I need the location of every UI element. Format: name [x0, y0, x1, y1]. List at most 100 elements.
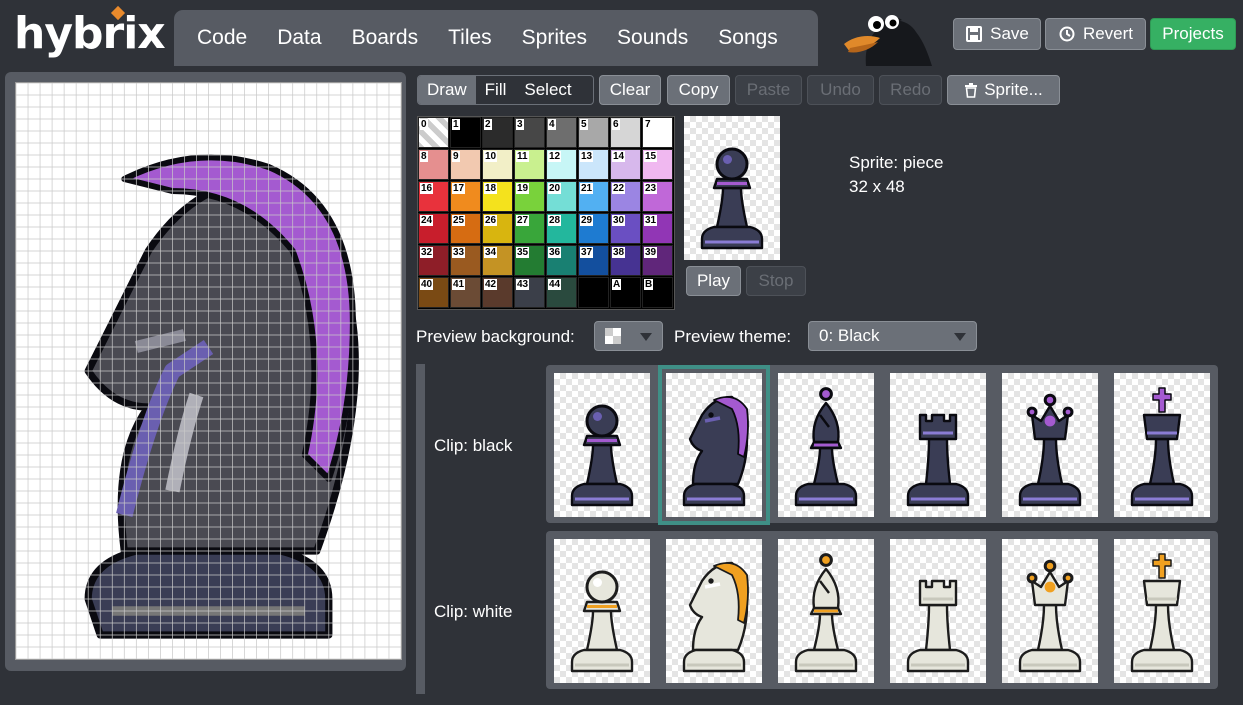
tab-sprites[interactable]: Sprites: [507, 10, 602, 66]
clip-frame-white-knight[interactable]: [666, 539, 762, 683]
palette-swatch[interactable]: 4: [546, 117, 577, 148]
palette-swatch-label: 5: [580, 119, 588, 130]
palette-swatch[interactable]: 1: [450, 117, 481, 148]
palette-swatch[interactable]: 42: [482, 277, 513, 308]
palette-swatch[interactable]: 21: [578, 181, 609, 212]
palette-swatch[interactable]: 32: [418, 245, 449, 276]
palette-swatch[interactable]: 10: [482, 149, 513, 180]
palette-swatch[interactable]: 20: [546, 181, 577, 212]
palette-swatch[interactable]: 14: [610, 149, 641, 180]
clip-frame-black-knight[interactable]: [658, 365, 770, 525]
palette-swatch[interactable]: B: [642, 277, 673, 308]
palette-swatch-label: 16: [420, 183, 434, 194]
palette-swatch[interactable]: 35: [514, 245, 545, 276]
clip-frame-white-bishop[interactable]: [778, 539, 874, 683]
palette-swatch[interactable]: 22: [610, 181, 641, 212]
palette-swatch[interactable]: [578, 277, 609, 308]
palette-swatch[interactable]: 3: [514, 117, 545, 148]
undo-button[interactable]: Undo: [807, 75, 874, 105]
palette-swatch[interactable]: 8: [418, 149, 449, 180]
palette-swatch[interactable]: 18: [482, 181, 513, 212]
palette-swatch[interactable]: 43: [514, 277, 545, 308]
palette-swatch[interactable]: 16: [418, 181, 449, 212]
tab-data[interactable]: Data: [262, 10, 336, 66]
fill-mode-button[interactable]: Fill: [476, 76, 516, 104]
pixel-canvas[interactable]: [15, 82, 402, 660]
clips-frame: [416, 364, 425, 694]
clip-row-white: [546, 531, 1218, 689]
palette-swatch[interactable]: 12: [546, 149, 577, 180]
palette-swatch[interactable]: 36: [546, 245, 577, 276]
palette-swatch[interactable]: 40: [418, 277, 449, 308]
clip-frame-white-queen[interactable]: [1002, 539, 1098, 683]
palette-swatch-label: 18: [484, 183, 498, 194]
tab-tiles[interactable]: Tiles: [433, 10, 507, 66]
tab-boards[interactable]: Boards: [337, 10, 434, 66]
save-label: Save: [990, 24, 1029, 43]
palette-swatch[interactable]: 27: [514, 213, 545, 244]
palette-swatch-label: 14: [612, 151, 626, 162]
palette-swatch[interactable]: 9: [450, 149, 481, 180]
preview-background-select[interactable]: [594, 321, 663, 351]
clip-frame-black-pawn[interactable]: [554, 373, 650, 517]
revert-button[interactable]: Revert: [1045, 18, 1146, 50]
palette-swatch[interactable]: 31: [642, 213, 673, 244]
palette-swatch[interactable]: 34: [482, 245, 513, 276]
palette-swatch[interactable]: 24: [418, 213, 449, 244]
palette-swatch[interactable]: 15: [642, 149, 673, 180]
stop-button[interactable]: Stop: [746, 266, 806, 296]
clip-label-black: Clip: black: [434, 436, 513, 455]
palette-swatch[interactable]: 13: [578, 149, 609, 180]
clip-frame-black-king[interactable]: [1114, 373, 1210, 517]
palette-swatch[interactable]: 6: [610, 117, 641, 148]
palette-swatch-label: B: [644, 279, 654, 290]
clip-frame-black-rook[interactable]: [890, 373, 986, 517]
play-button[interactable]: Play: [686, 266, 741, 296]
palette-swatch[interactable]: 23: [642, 181, 673, 212]
palette-swatch[interactable]: 25: [450, 213, 481, 244]
palette-swatch[interactable]: 41: [450, 277, 481, 308]
projects-button[interactable]: Projects: [1150, 18, 1236, 50]
palette-swatch[interactable]: 29: [578, 213, 609, 244]
palette-swatch[interactable]: 26: [482, 213, 513, 244]
palette-swatch[interactable]: 28: [546, 213, 577, 244]
paste-button[interactable]: Paste: [735, 75, 802, 105]
sprite-menu-button[interactable]: Sprite...: [947, 75, 1060, 105]
sprite-menu-label: Sprite...: [984, 80, 1043, 99]
clip-frame-black-bishop[interactable]: [778, 373, 874, 517]
floppy-icon: [966, 26, 983, 42]
preview-theme-select[interactable]: 0: Black: [808, 321, 977, 351]
preview-theme-label: Preview theme:: [674, 327, 792, 346]
palette-swatch[interactable]: 33: [450, 245, 481, 276]
palette-swatch-label: 40: [420, 279, 434, 290]
palette-swatch[interactable]: 7: [642, 117, 673, 148]
chevron-down-icon: [954, 333, 966, 341]
palette-swatch[interactable]: 19: [514, 181, 545, 212]
save-button[interactable]: Save: [953, 18, 1041, 50]
tab-sounds[interactable]: Sounds: [602, 10, 703, 66]
clear-button[interactable]: Clear: [599, 75, 661, 105]
palette-swatch[interactable]: 17: [450, 181, 481, 212]
palette-swatch[interactable]: 0: [418, 117, 449, 148]
clip-frame-white-pawn[interactable]: [554, 539, 650, 683]
copy-button[interactable]: Copy: [667, 75, 730, 105]
palette-swatch[interactable]: 38: [610, 245, 641, 276]
palette-swatch[interactable]: 39: [642, 245, 673, 276]
select-mode-button[interactable]: Select: [515, 76, 580, 104]
clip-frame-black-queen[interactable]: [1002, 373, 1098, 517]
palette-swatch[interactable]: 30: [610, 213, 641, 244]
redo-button[interactable]: Redo: [879, 75, 942, 105]
palette-swatch-label: 39: [644, 247, 658, 258]
palette-swatch[interactable]: 2: [482, 117, 513, 148]
clip-frame-white-rook[interactable]: [890, 539, 986, 683]
palette-swatch[interactable]: 11: [514, 149, 545, 180]
tab-code[interactable]: Code: [182, 10, 262, 66]
palette-swatch[interactable]: 37: [578, 245, 609, 276]
palette-swatch[interactable]: 44: [546, 277, 577, 308]
tab-songs[interactable]: Songs: [703, 10, 793, 66]
draw-mode-button[interactable]: Draw: [418, 76, 476, 104]
palette-swatch[interactable]: 5: [578, 117, 609, 148]
palette-swatch[interactable]: A: [610, 277, 641, 308]
sprite-preview: [684, 116, 780, 260]
clip-frame-white-king[interactable]: [1114, 539, 1210, 683]
